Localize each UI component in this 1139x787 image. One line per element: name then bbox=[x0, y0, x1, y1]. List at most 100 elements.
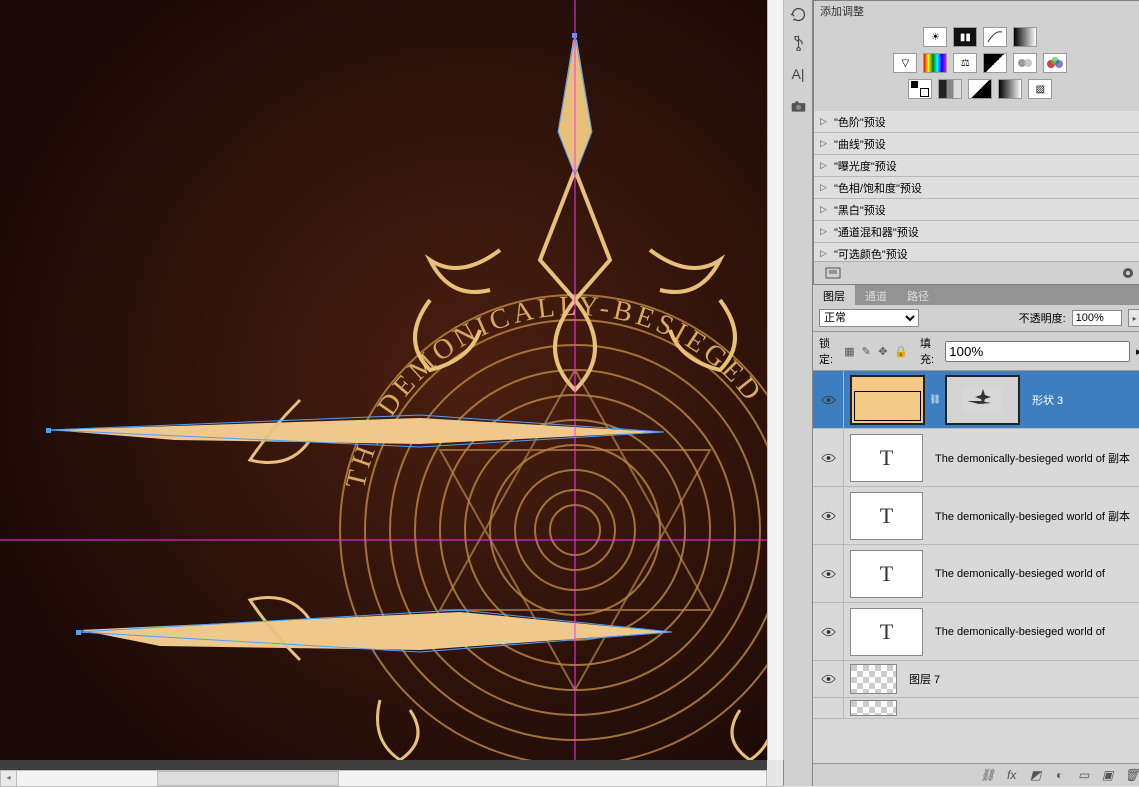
adjustments-title: 添加调整 bbox=[820, 3, 864, 19]
canvas-scrollbar-vertical[interactable] bbox=[767, 0, 783, 760]
clip-mask-icon[interactable] bbox=[1119, 266, 1137, 280]
layer-row[interactable]: ⛓ 形状 3 bbox=[813, 371, 1139, 429]
preset-row[interactable]: ▷"可选颜色"预设 bbox=[814, 243, 1139, 261]
invert-icon[interactable] bbox=[908, 79, 932, 99]
visibility-toggle[interactable] bbox=[813, 429, 844, 486]
black-white-icon[interactable] bbox=[983, 53, 1007, 73]
blend-mode-select[interactable]: 正常 bbox=[819, 309, 919, 327]
artwork: THE DEMONICALLY-BESIEGED bbox=[0, 0, 783, 760]
threshold-icon[interactable] bbox=[968, 79, 992, 99]
layer-name[interactable]: 形状 3 bbox=[1026, 392, 1139, 408]
character-panel-icon[interactable]: A| bbox=[784, 60, 812, 88]
fill-input[interactable] bbox=[945, 341, 1130, 362]
layer-row[interactable]: 图层 7 bbox=[813, 661, 1139, 698]
usb-icon[interactable] bbox=[784, 28, 812, 56]
preset-row[interactable]: ▷"色相/饱和度"预设 bbox=[814, 177, 1139, 199]
link-layers-icon[interactable]: ⛓ bbox=[980, 768, 996, 782]
tab-layers[interactable]: 图层 bbox=[813, 285, 855, 305]
layer-row-partial[interactable] bbox=[813, 698, 1139, 719]
layer-name[interactable]: The demonically-besieged world of bbox=[929, 568, 1139, 580]
preset-row[interactable]: ▷"色阶"预设 bbox=[814, 111, 1139, 133]
visibility-toggle[interactable] bbox=[813, 661, 844, 697]
curves-icon[interactable] bbox=[983, 27, 1007, 47]
preset-row[interactable]: ▷"通道混和器"预设 bbox=[814, 221, 1139, 243]
visibility-toggle[interactable] bbox=[813, 545, 844, 602]
adjustment-layer-icon[interactable]: ◐ bbox=[1052, 768, 1068, 782]
opacity-input[interactable] bbox=[1072, 310, 1122, 326]
hue-sat-icon[interactable] bbox=[923, 53, 947, 73]
preset-label: "可选颜色"预设 bbox=[834, 246, 908, 262]
lock-all-icon[interactable]: 🔒 bbox=[894, 344, 908, 358]
layer-name[interactable]: 图层 7 bbox=[903, 671, 1139, 687]
levels-icon[interactable]: ▮▮ bbox=[953, 27, 977, 47]
gradient-map-icon[interactable] bbox=[998, 79, 1022, 99]
lock-row: 锁定: ▦ ✎ ✥ 🔒 填充: ▸ bbox=[813, 332, 1139, 371]
lock-transparency-icon[interactable]: ▦ bbox=[844, 344, 855, 358]
brightness-contrast-icon[interactable]: ☀ bbox=[923, 27, 947, 47]
disclosure-triangle-icon: ▷ bbox=[820, 204, 830, 215]
layer-thumbnail[interactable]: T bbox=[850, 608, 923, 656]
adjustments-icons: ☀ ▮▮ ▽ ⚖ ▧ bbox=[814, 21, 1139, 111]
camera-icon[interactable] bbox=[784, 92, 812, 120]
visibility-toggle[interactable] bbox=[813, 371, 844, 428]
layer-controls-row: 正常 不透明度: ▸ bbox=[813, 305, 1139, 332]
text-layer-icon: T bbox=[880, 503, 893, 529]
layer-row[interactable]: T The demonically-besieged world of bbox=[813, 545, 1139, 603]
layer-thumbnail[interactable] bbox=[850, 375, 925, 425]
link-icon[interactable]: ⛓ bbox=[931, 394, 939, 405]
visibility-toggle[interactable] bbox=[813, 603, 844, 660]
lock-pixels-icon[interactable]: ✎ bbox=[861, 344, 872, 358]
layer-row[interactable]: T The demonically-besieged world of 副本 bbox=[813, 487, 1139, 545]
vibrance-icon[interactable]: ▽ bbox=[893, 53, 917, 73]
color-balance-icon[interactable]: ⚖ bbox=[953, 53, 977, 73]
canvas[interactable]: THE DEMONICALLY-BESIEGED bbox=[0, 0, 783, 760]
collapsed-panel-strip: A| bbox=[783, 0, 813, 786]
exposure-icon[interactable] bbox=[1013, 27, 1037, 47]
expand-icon[interactable] bbox=[824, 266, 842, 280]
layer-name[interactable]: The demonically-besieged world of 副本 bbox=[929, 508, 1139, 524]
canvas-scrollbar-horizontal[interactable]: ◂ ▸ bbox=[0, 770, 783, 786]
posterize-icon[interactable] bbox=[938, 79, 962, 99]
tab-paths[interactable]: 路径 bbox=[897, 285, 939, 305]
layer-list: ⛓ 形状 3 T The demonically-besieged world … bbox=[813, 371, 1139, 763]
adjustments-panel: 添加调整 ☀ ▮▮ ▽ ⚖ bbox=[813, 0, 1139, 285]
preset-label: "曝光度"预设 bbox=[834, 158, 897, 174]
layer-style-icon[interactable]: fx bbox=[1004, 768, 1020, 782]
layer-thumbnail[interactable]: T bbox=[850, 550, 923, 598]
layer-thumbnail[interactable] bbox=[850, 664, 897, 694]
history-icon[interactable] bbox=[784, 0, 812, 28]
add-mask-icon[interactable]: ◩ bbox=[1028, 768, 1044, 782]
scroll-left-arrow[interactable]: ◂ bbox=[0, 770, 17, 787]
preset-label: "通道混和器"预设 bbox=[834, 224, 919, 240]
layer-name[interactable]: The demonically-besieged world of bbox=[929, 626, 1139, 638]
layer-name[interactable]: The demonically-besieged world of 副本 bbox=[929, 450, 1139, 466]
opacity-label: 不透明度: bbox=[1019, 310, 1066, 326]
preset-label: "色相/饱和度"预设 bbox=[834, 180, 922, 196]
opacity-arrow-icon[interactable]: ▸ bbox=[1128, 309, 1139, 327]
visibility-toggle[interactable] bbox=[813, 698, 844, 718]
layer-row[interactable]: T The demonically-besieged world of bbox=[813, 603, 1139, 661]
lock-position-icon[interactable]: ✥ bbox=[878, 344, 889, 358]
preset-row[interactable]: ▷"黑白"预设 bbox=[814, 199, 1139, 221]
new-layer-icon[interactable]: ▣ bbox=[1100, 768, 1116, 782]
layers-footer: ⛓ fx ◩ ◐ ▭ ▣ 🗑 bbox=[813, 763, 1139, 786]
photo-filter-icon[interactable] bbox=[1013, 53, 1037, 73]
tab-channels[interactable]: 通道 bbox=[855, 285, 897, 305]
resize-grip[interactable] bbox=[767, 760, 783, 786]
vector-mask-thumbnail[interactable] bbox=[945, 375, 1020, 425]
visibility-toggle[interactable] bbox=[813, 487, 844, 544]
delete-layer-icon[interactable]: 🗑 bbox=[1124, 768, 1139, 782]
preset-row[interactable]: ▷"曲线"预设 bbox=[814, 133, 1139, 155]
scroll-thumb[interactable] bbox=[157, 771, 339, 786]
layer-thumbnail[interactable]: T bbox=[850, 434, 923, 482]
adjustments-header[interactable]: 添加调整 bbox=[814, 1, 1139, 21]
selective-color-icon[interactable]: ▧ bbox=[1028, 79, 1052, 99]
text-layer-icon: T bbox=[880, 445, 893, 471]
layer-thumbnail[interactable] bbox=[850, 700, 897, 716]
layer-thumbnail[interactable]: T bbox=[850, 492, 923, 540]
canvas-area[interactable]: THE DEMONICALLY-BESIEGED bbox=[0, 0, 783, 786]
new-group-icon[interactable]: ▭ bbox=[1076, 768, 1092, 782]
preset-row[interactable]: ▷"曝光度"预设 bbox=[814, 155, 1139, 177]
channel-mixer-icon[interactable] bbox=[1043, 53, 1067, 73]
layer-row[interactable]: T The demonically-besieged world of 副本 bbox=[813, 429, 1139, 487]
